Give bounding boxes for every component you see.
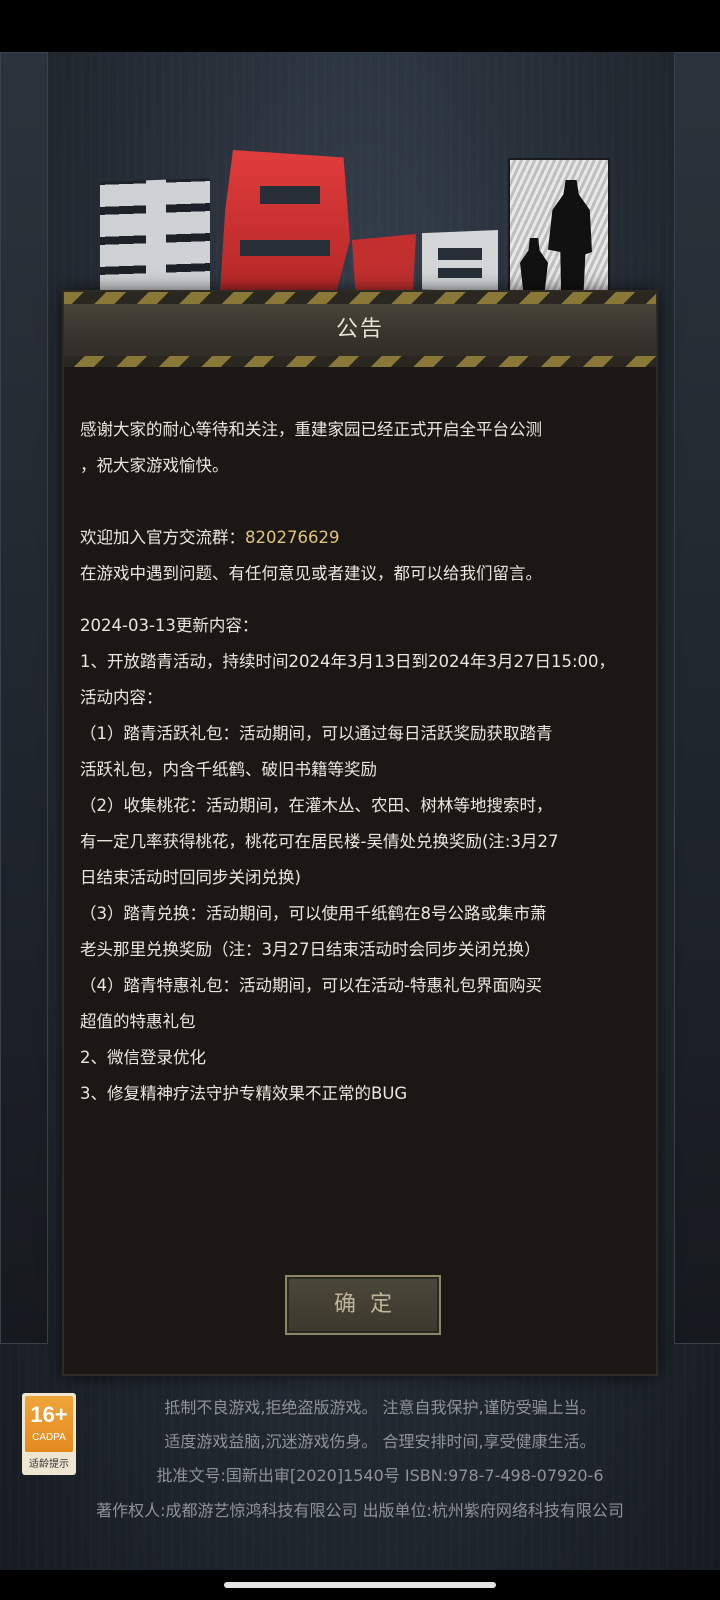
footer-copyright: 著作权人:成都游艺惊鸿科技有限公司 出版单位:杭州紫府网络科技有限公司	[96, 1501, 624, 1520]
logo-char-4	[422, 230, 498, 292]
footer-health-notice-2: 适度游戏益脑,沉迷游戏伤身。 合理安排时间,享受健康生活。	[164, 1432, 596, 1451]
game-logo	[100, 150, 620, 302]
announcement-dialog: 公告 感谢大家的耐心等待和关注，重建家园已经正式开启全平台公测 ，祝大家游戏愉快…	[64, 292, 656, 1374]
footer-health-notice-1: 抵制不良游戏,拒绝盗版游戏。 注意自我保护,谨防受骗上当。	[164, 1398, 596, 1417]
footer-approval: 批准文号:国新出审[2020]1540号 ISBN:978-7-498-0792…	[156, 1466, 604, 1485]
logo-silhouette-image	[508, 158, 610, 302]
update-line: 老头那里兑换奖励（注：3月27日结束活动时会同步关闭兑换）	[80, 940, 541, 959]
background-door-right	[674, 52, 720, 1344]
logo-char-1	[100, 178, 210, 297]
update-line: 日结束活动时回同步关闭兑换)	[80, 868, 301, 887]
logo-char-2	[220, 150, 350, 300]
intro-text-cont: ，祝大家游戏愉快。	[80, 456, 229, 475]
group-label: 欢迎加入官方交流群：	[80, 528, 245, 547]
background-door-left	[0, 52, 48, 1344]
update-line: 超值的特惠礼包	[80, 1012, 196, 1031]
group-line: 欢迎加入官方交流群：820276629	[80, 520, 640, 556]
update-line: 2、微信登录优化	[80, 1048, 206, 1067]
home-indicator[interactable]	[224, 1582, 496, 1588]
confirm-button[interactable]: 确定	[285, 1275, 441, 1335]
update-line: （1）踏青活跃礼包：活动期间，可以通过每日活跃奖励获取踏青	[80, 724, 553, 743]
update-header: 2024-03-13更新内容：	[80, 616, 259, 635]
update-line: （2）收集桃花：活动期间，在灌木丛、农田、树林等地搜索时，	[80, 796, 553, 815]
child-silhouette	[520, 238, 548, 300]
announcement-body: 感谢大家的耐心等待和关注，重建家园已经正式开启全平台公测 ，祝大家游戏愉快。 欢…	[80, 412, 640, 1112]
intro-text: 感谢大家的耐心等待和关注，重建家园已经正式开启全平台公测	[80, 420, 542, 439]
logo-char-3	[352, 234, 416, 294]
update-line: 活跃礼包，内含千纸鹤、破旧书籍等奖励	[80, 760, 377, 779]
update-line: 有一定几率获得桃花，桃花可在居民楼-吴倩处兑换奖励(注:3月27	[80, 832, 559, 851]
dialog-title: 公告	[335, 317, 384, 342]
feedback-text: 在游戏中遇到问题、有任何意见或者建议，都可以给我们留言。	[80, 564, 542, 583]
man-silhouette	[548, 180, 592, 300]
update-line: （3）踏青兑换：活动期间，可以使用千纸鹤在8号公路或集市萧	[80, 904, 547, 923]
update-line: （4）踏青特惠礼包：活动期间，可以在活动-特惠礼包界面购买	[80, 976, 542, 995]
update-line: 3、修复精神疗法守护专精效果不正常的BUG	[80, 1084, 408, 1103]
update-line: 1、开放踏青活动，持续时间2024年3月13日到2024年3月27日15:00，	[80, 652, 616, 671]
group-number: 820276629	[245, 528, 340, 547]
update-line: 活动内容：	[80, 688, 163, 707]
